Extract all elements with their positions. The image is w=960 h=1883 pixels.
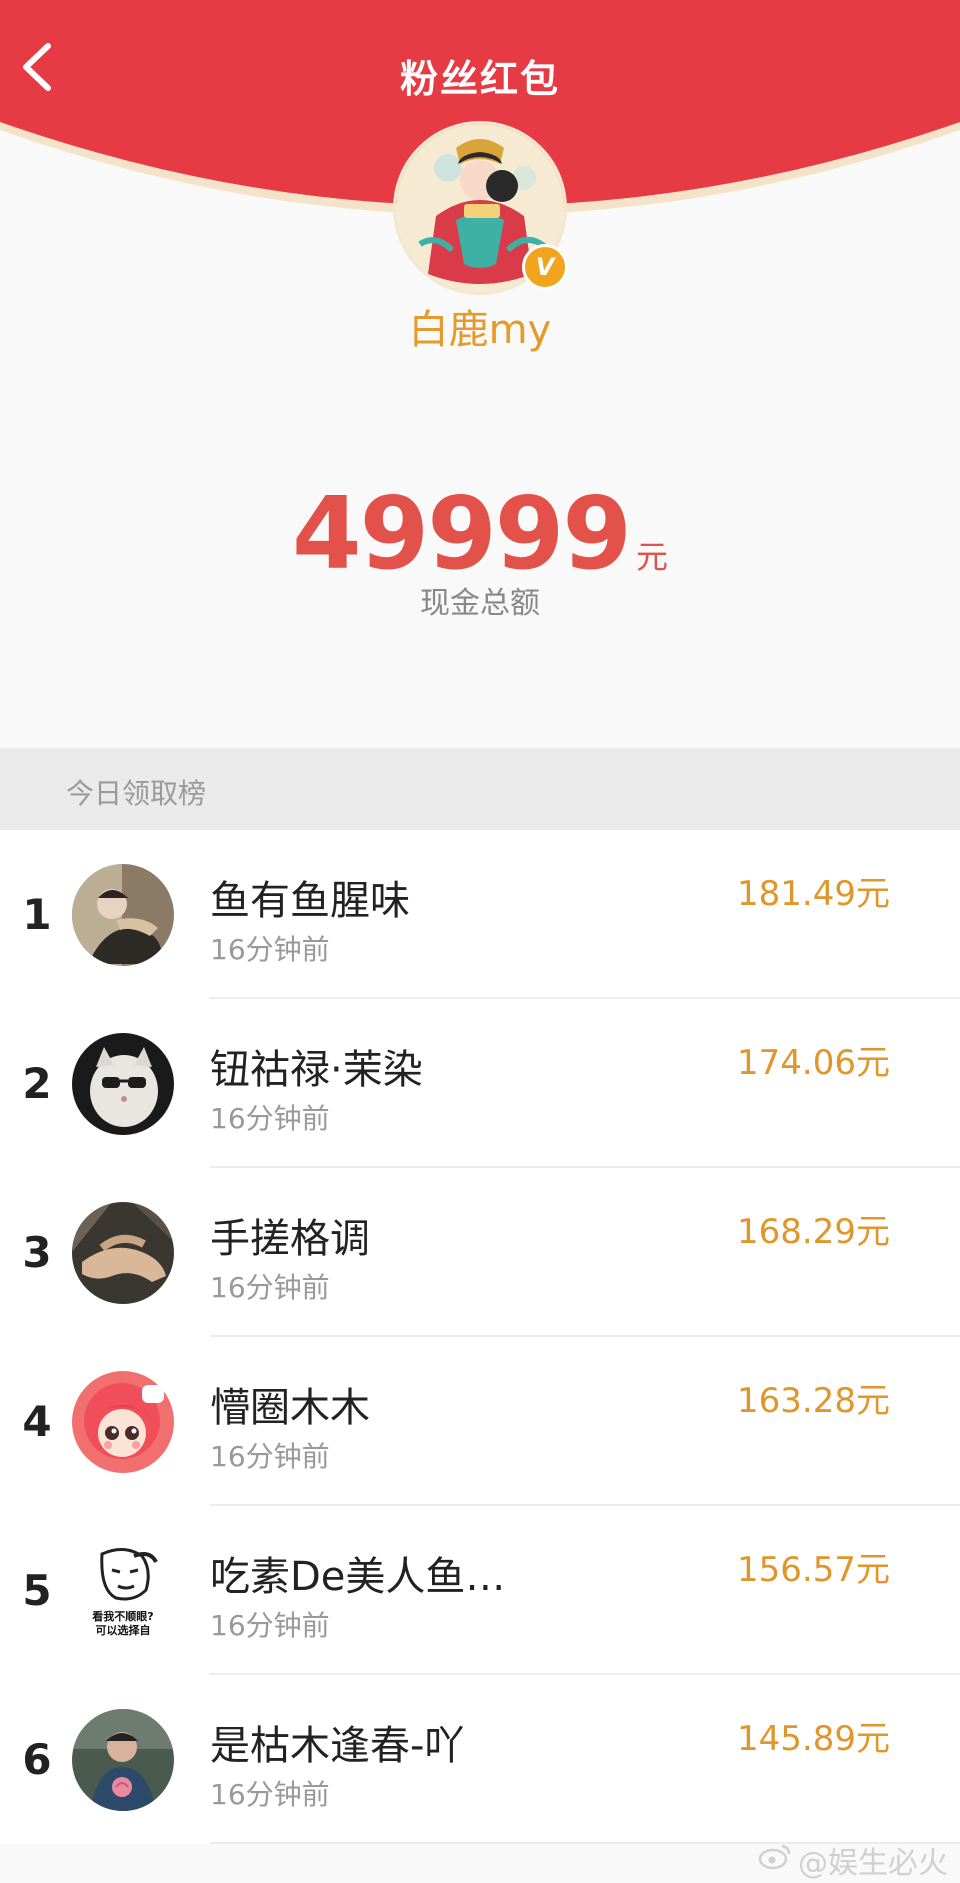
user-name: 吃素De美人鱼…	[210, 1554, 506, 1600]
verified-badge-icon: V	[522, 244, 568, 290]
claim-time: 16分钟前	[210, 933, 330, 966]
watermark: @娱生必火	[758, 1838, 948, 1882]
amount-unit: 元	[635, 538, 668, 576]
user-name: 鱼有鱼腥味	[210, 878, 410, 924]
weibo-logo-icon	[758, 1842, 792, 1878]
rank-number: 1	[22, 890, 52, 939]
avatar[interactable]	[72, 1371, 174, 1473]
rank-number: 3	[22, 1228, 52, 1277]
ranking-list: 1 鱼有鱼腥味 16分钟前 181.49元 2 钮祜禄·茉染 16分钟前 174…	[0, 830, 960, 1844]
rank-number: 5	[22, 1566, 52, 1615]
ranking-row-6[interactable]: 6 是枯木逢春-吖 16分钟前 145.89元	[0, 1675, 960, 1844]
user-name: 手搓格调	[210, 1216, 370, 1262]
avatar[interactable]	[72, 1033, 174, 1135]
claim-amount: 181.49元	[737, 874, 890, 914]
ranking-row-4[interactable]: 4 懵圈木木 16分钟前 163.28元	[0, 1337, 960, 1506]
claim-time: 16分钟前	[210, 1102, 330, 1135]
avatar5-caption-2: 可以选择自	[96, 1623, 151, 1637]
claim-time: 16分钟前	[210, 1271, 330, 1304]
user-name: 是枯木逢春-吖	[210, 1723, 465, 1769]
claim-amount: 145.89元	[737, 1719, 890, 1759]
avatar[interactable]	[72, 1709, 174, 1811]
ranking-row-5[interactable]: 5 看我不顺眼? 可以选择自 吃素De美人鱼… 16分钟前 156.57元	[0, 1506, 960, 1675]
rank-number: 4	[22, 1397, 52, 1446]
total-amount: 49999 元	[0, 475, 960, 592]
amount-label: 现金总额	[420, 586, 540, 621]
rank-number: 6	[22, 1735, 52, 1784]
amount-value: 49999	[292, 475, 632, 592]
profile-avatar-wrapper[interactable]: V	[396, 124, 568, 292]
claim-amount: 168.29元	[737, 1212, 890, 1252]
avatar[interactable]	[72, 1202, 174, 1304]
profile-username[interactable]: 白鹿my	[0, 297, 960, 355]
ranking-row-1[interactable]: 1 鱼有鱼腥味 16分钟前 181.49元	[0, 830, 960, 999]
user-name: 懵圈木木	[210, 1385, 370, 1431]
claim-amount: 174.06元	[737, 1043, 890, 1083]
claim-amount: 163.28元	[737, 1381, 890, 1421]
claim-amount: 156.57元	[737, 1550, 890, 1590]
avatar[interactable]	[72, 864, 174, 966]
avatar[interactable]: 看我不顺眼? 可以选择自	[72, 1540, 174, 1642]
watermark-text: @娱生必火	[798, 1846, 948, 1881]
page-title: 粉丝红包	[399, 57, 560, 101]
rank-number: 2	[22, 1059, 52, 1108]
section-header: 今日领取榜	[0, 748, 960, 830]
ranking-row-3[interactable]: 3 手搓格调 16分钟前 168.29元	[0, 1168, 960, 1337]
claim-time: 16分钟前	[210, 1609, 330, 1642]
user-name: 钮祜禄·茉染	[210, 1047, 423, 1093]
claim-time: 16分钟前	[210, 1778, 330, 1811]
claim-time: 16分钟前	[210, 1440, 330, 1473]
section-title: 今日领取榜	[66, 777, 207, 810]
avatar5-caption-1: 看我不顺眼?	[92, 1609, 153, 1623]
ranking-row-2[interactable]: 2 钮祜禄·茉染 16分钟前 174.06元	[0, 999, 960, 1168]
